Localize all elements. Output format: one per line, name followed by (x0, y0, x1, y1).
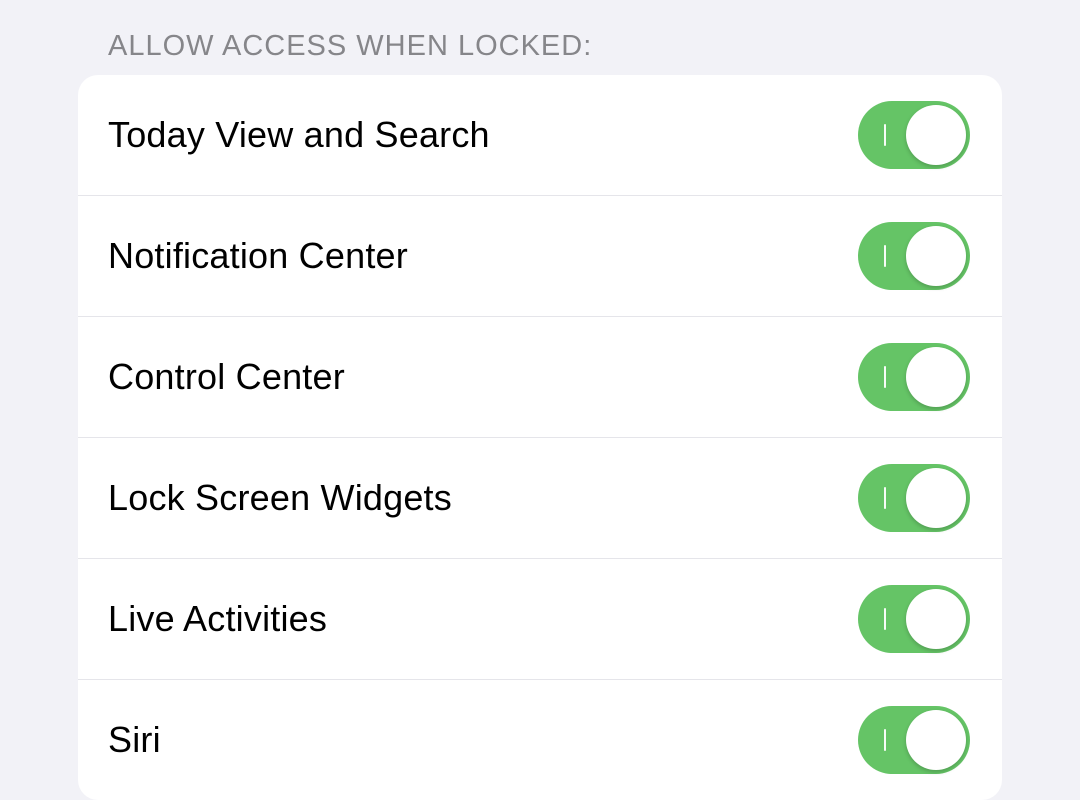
toggle-on-indicator-icon (884, 366, 886, 388)
section-header-allow-access-when-locked: Allow Access When Locked: (0, 0, 1080, 75)
row-label-notification-center: Notification Center (108, 235, 408, 277)
toggle-lock-screen-widgets[interactable] (858, 464, 970, 532)
row-lock-screen-widgets: Lock Screen Widgets (78, 437, 1002, 558)
toggle-knob-icon (906, 105, 966, 165)
toggle-knob-icon (906, 347, 966, 407)
toggle-notification-center[interactable] (858, 222, 970, 290)
row-label-today-view-and-search: Today View and Search (108, 114, 490, 156)
row-notification-center: Notification Center (78, 195, 1002, 316)
toggle-siri[interactable] (858, 706, 970, 774)
settings-card: Today View and Search Notification Cente… (78, 75, 1002, 800)
toggle-knob-icon (906, 226, 966, 286)
row-label-lock-screen-widgets: Lock Screen Widgets (108, 477, 452, 519)
toggle-on-indicator-icon (884, 245, 886, 267)
toggle-live-activities[interactable] (858, 585, 970, 653)
row-today-view-and-search: Today View and Search (78, 75, 1002, 195)
toggle-on-indicator-icon (884, 487, 886, 509)
toggle-knob-icon (906, 710, 966, 770)
row-label-control-center: Control Center (108, 356, 345, 398)
row-control-center: Control Center (78, 316, 1002, 437)
row-label-siri: Siri (108, 719, 161, 761)
toggle-knob-icon (906, 589, 966, 649)
toggle-on-indicator-icon (884, 608, 886, 630)
toggle-control-center[interactable] (858, 343, 970, 411)
row-label-live-activities: Live Activities (108, 598, 327, 640)
toggle-today-view-and-search[interactable] (858, 101, 970, 169)
toggle-knob-icon (906, 468, 966, 528)
row-siri: Siri (78, 679, 1002, 800)
toggle-on-indicator-icon (884, 729, 886, 751)
toggle-on-indicator-icon (884, 124, 886, 146)
row-live-activities: Live Activities (78, 558, 1002, 679)
